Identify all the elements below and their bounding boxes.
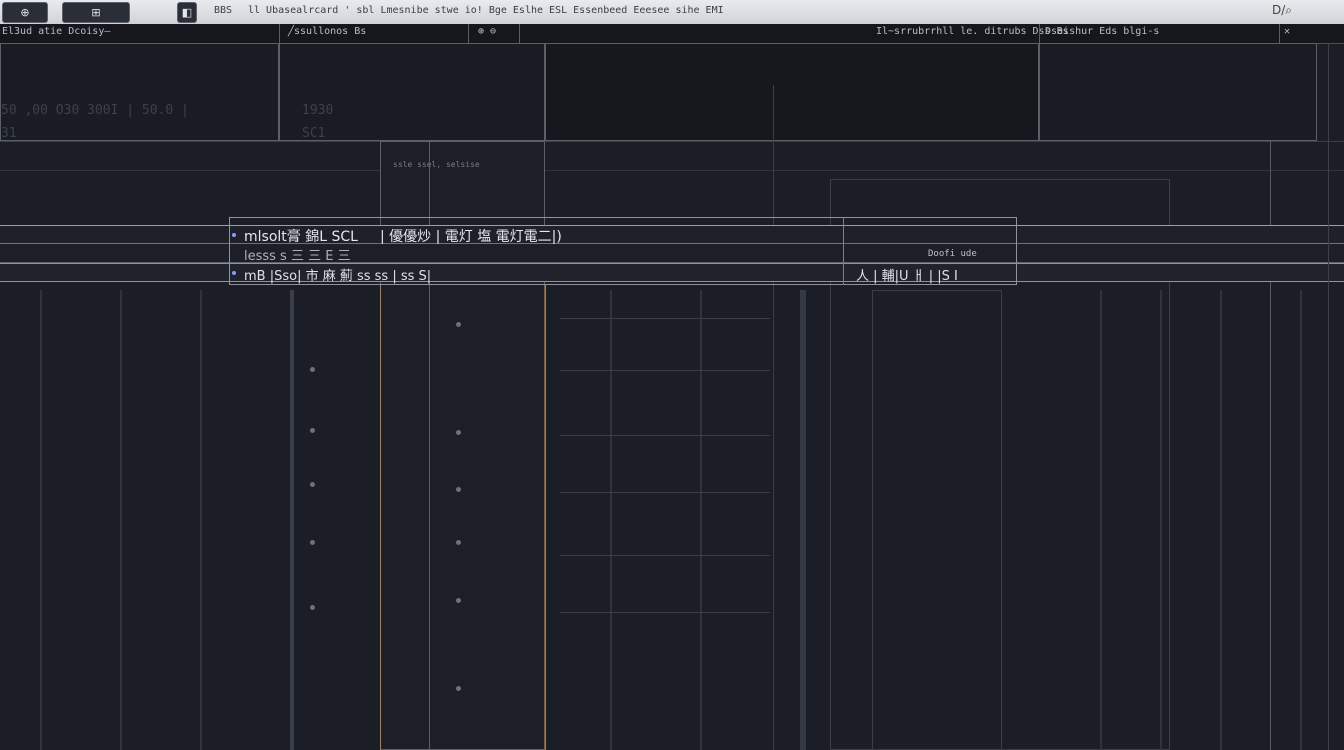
panel-header-strip: El3ud atie Dcoisy— ╱ssullonos Bs ⊕ ⊖ Il~…: [0, 24, 1344, 44]
panel-toggle-button[interactable]: ◧: [177, 2, 197, 23]
inspector-title[interactable]: Dseishur Eds blgi-s: [1045, 26, 1159, 37]
keyframe-marker[interactable]: [456, 598, 461, 603]
track-line: [560, 612, 770, 613]
track-line: [560, 370, 770, 371]
canvas-inner-frame: [872, 290, 1002, 750]
left-panel-title[interactable]: El3ud atie Dcoisy—: [2, 26, 110, 37]
timeline-stripe: [700, 290, 702, 750]
layout-toggle-button[interactable]: ⊞: [62, 2, 130, 23]
keyframe-marker[interactable]: [456, 430, 461, 435]
playhead-line: [380, 284, 381, 750]
timeline-stripe: [800, 290, 806, 750]
timeline-stripe: [290, 290, 294, 750]
divider: [279, 24, 280, 43]
grid-line: [773, 85, 774, 750]
window-titlebar: ⊕ ⊞ ◧ BBS ll Ubasealrcard ' sbl Lmesnibe…: [0, 0, 1344, 25]
panel-icon: ◧: [181, 6, 193, 19]
mid-panel-title[interactable]: ╱ssullonos Bs: [288, 26, 366, 37]
grid-icon: ⊞: [91, 6, 101, 19]
selection-divider: [843, 217, 844, 285]
timeline-stripe: [610, 290, 612, 750]
keyframe-marker[interactable]: [456, 686, 461, 691]
inspector-panel: [1039, 43, 1317, 141]
document-path: ll Ubasealrcard ' sbl Lmesnibe stwe io! …: [248, 5, 728, 16]
divider: [519, 24, 520, 43]
keyframe-marker[interactable]: [456, 322, 461, 327]
keyframe-marker[interactable]: [310, 482, 315, 487]
selection-box: [229, 217, 1017, 285]
scrollbar-track[interactable]: [1328, 43, 1329, 750]
keyframe-marker[interactable]: [310, 605, 315, 610]
grid-line: [0, 141, 1344, 142]
track-line: [560, 435, 770, 436]
ghost-values: 50 ,00 O30 300I | 50.0 |: [1, 103, 189, 118]
track-line: [560, 555, 770, 556]
timeline-stripe: [120, 290, 122, 750]
timeline-stripe: [1100, 290, 1102, 750]
search-icon[interactable]: D/⌕: [1272, 3, 1292, 18]
divider: [468, 24, 469, 43]
playhead-line-2: [545, 284, 546, 750]
timeline-stripe: [40, 290, 42, 750]
canvas-top-panel: [545, 43, 1039, 141]
ghost-values-right-2: SC1: [302, 126, 326, 141]
timeline-stripe: [1300, 290, 1302, 750]
keyframe-marker[interactable]: [310, 367, 315, 372]
timeline-stripe: [200, 290, 202, 750]
keyframe-marker[interactable]: [310, 540, 315, 545]
timeline-stripe: [1160, 290, 1162, 750]
divider: [1039, 24, 1040, 43]
ghost-values-2: 31: [1, 126, 17, 141]
mid-top-panel: 1930 SC1: [279, 43, 545, 141]
app-menu-button[interactable]: ⊕: [2, 2, 48, 23]
keyframe-marker[interactable]: [456, 487, 461, 492]
divider: [1279, 24, 1280, 43]
keyframe-marker[interactable]: [456, 540, 461, 545]
left-top-panel: 50 ,00 O30 300I | 50.0 | 31: [0, 43, 279, 141]
timeline-stripe: [1220, 290, 1222, 750]
app-icon: ⊕: [20, 6, 30, 19]
keyframe-marker[interactable]: [310, 428, 315, 433]
grid-line: [0, 170, 1344, 171]
track-line: [560, 492, 770, 493]
ghost-values-right: 1930: [302, 103, 334, 118]
track-line: [560, 318, 770, 319]
app-short-label: BBS: [214, 5, 233, 16]
zoom-icons[interactable]: ⊕ ⊖: [478, 26, 496, 37]
subpanel-label: ssle ssel, selsise: [393, 160, 480, 169]
close-icon[interactable]: ✕: [1284, 26, 1290, 37]
